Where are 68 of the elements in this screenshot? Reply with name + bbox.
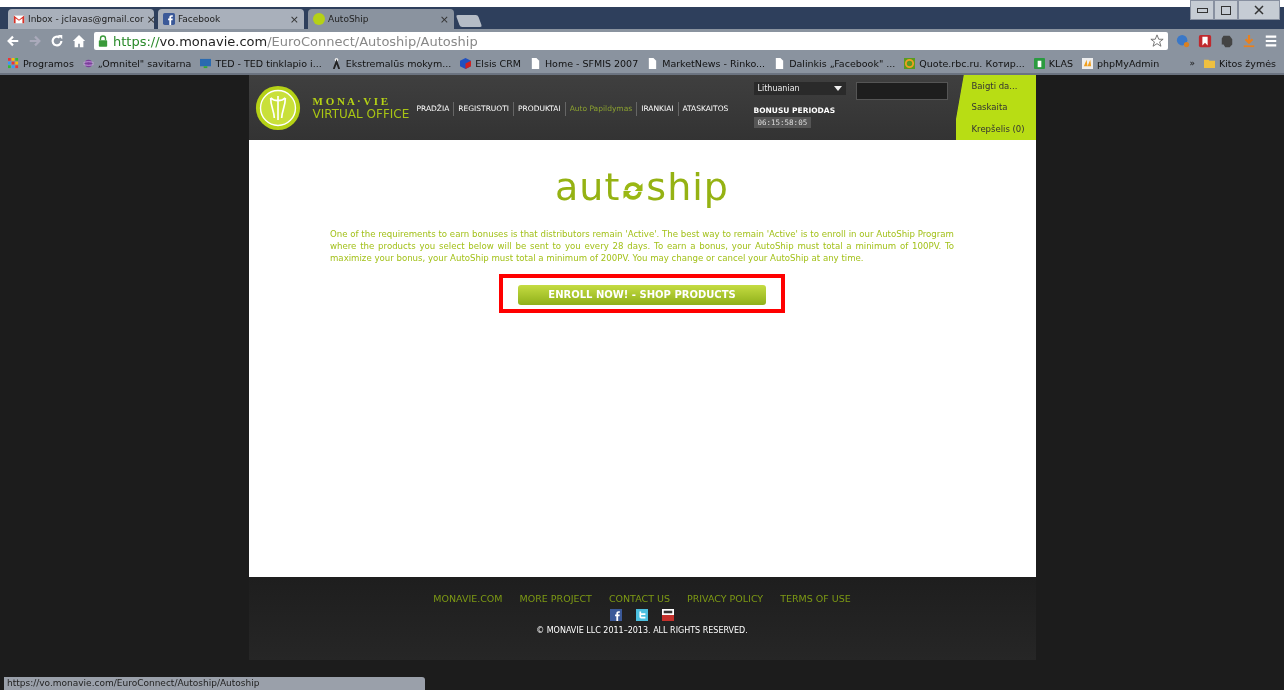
footer-link[interactable]: MORE PROJECT — [519, 593, 592, 604]
restore-icon[interactable] — [1214, 0, 1238, 20]
brand-name: M O N A · V I E — [312, 94, 390, 107]
tab-title: AutoShip — [328, 14, 370, 24]
lock-icon — [98, 35, 108, 47]
twitter-icon[interactable] — [636, 609, 648, 621]
search-field[interactable] — [855, 82, 948, 100]
document-icon — [1033, 57, 1045, 69]
video-icon[interactable] — [662, 609, 674, 621]
cube-icon — [460, 57, 472, 69]
circle-icon — [313, 13, 325, 25]
language-select[interactable]: Lithuanian — [753, 82, 846, 95]
logo-text: aut — [555, 168, 621, 206]
page-icon — [774, 57, 786, 69]
browser-tab[interactable]: Inbox - jclavas@gmail.cor × — [8, 9, 154, 29]
browser-tab[interactable]: Facebook × — [158, 9, 304, 29]
menu-icon[interactable] — [1264, 34, 1278, 48]
home-icon[interactable] — [72, 34, 86, 48]
footer-link[interactable]: PRIVACY POLICY — [686, 593, 764, 604]
close-icon[interactable]: × — [146, 12, 156, 26]
bookmark-icon[interactable] — [1198, 34, 1212, 48]
reload-icon[interactable] — [50, 34, 64, 48]
mail-icon — [13, 13, 25, 25]
bookmark-label: phpMyAdmin — [1097, 57, 1160, 69]
bookmark-item[interactable]: Elsis CRM — [460, 57, 521, 69]
url-text: https://vo.monavie.com/EuroConnect/Autoship/Autoship — [113, 33, 479, 49]
close-icon[interactable]: × — [289, 12, 299, 26]
minimize-icon[interactable] — [1190, 0, 1214, 20]
logo-icon — [254, 84, 301, 131]
star-icon[interactable] — [1150, 34, 1164, 48]
monitor-icon — [200, 57, 212, 69]
figure-icon — [330, 57, 342, 69]
bookmark-item[interactable]: phpMyAdmin — [1082, 57, 1160, 69]
planet-icon — [82, 57, 94, 69]
facebook-icon — [163, 13, 175, 25]
footer-link[interactable]: TERMS OF USE — [780, 593, 851, 604]
page-icon — [647, 57, 659, 69]
more-bookmarks[interactable]: » — [1189, 58, 1195, 68]
bookmark-label: Programos — [23, 57, 74, 69]
facebook-icon[interactable] — [610, 609, 622, 621]
folder-icon — [1203, 57, 1215, 69]
brand-subtitle: VIRTUAL OFFICE — [312, 106, 411, 121]
side-link[interactable]: Saskaita — [955, 102, 1036, 113]
footer-link[interactable]: MONAVIE.COM — [433, 593, 503, 604]
new-tab-button[interactable] — [455, 15, 483, 27]
status-bubble: https://vo.monavie.com/EuroConnect/Autoship/Autoship — [4, 677, 425, 690]
tab-title: Inbox - jclavas@gmail.cor — [28, 14, 144, 24]
page-icon — [529, 57, 541, 69]
bookmark-item[interactable]: Programos — [8, 57, 74, 69]
browser-tab[interactable]: AutoShip × — [308, 9, 454, 29]
bookmark-label: KLAS — [1048, 57, 1074, 69]
sail-icon — [1082, 57, 1094, 69]
folder-label: Kitos žymės — [1218, 57, 1276, 69]
bookmark-folder[interactable]: Kitos žymės — [1203, 57, 1276, 69]
intro-paragraph: One of the requirements to earn bonuses is that distributors remain 'Active'. The best way to remain 'Active' is to enroll in our AutoShip Program where the products you select below will be sent to you every 28 days. To earn a bonus, your AutoShip must total a minimum of 100PV. To maximize your bonus, your AutoShip must total a minimum of 200PV. You may change or cancel your AutoShip at any time. — [330, 228, 954, 264]
copyright-text: © MONAVIE LLC 2011–2013. ALL RIGHTS RESERVED. — [536, 626, 748, 635]
logo-text: ship — [646, 168, 729, 206]
bookmark-item[interactable]: KLAS — [1033, 57, 1074, 69]
footer-link[interactable]: CONTACT US — [608, 593, 670, 604]
chart-icon — [904, 57, 916, 69]
side-link[interactable]: Baigti da... — [955, 80, 1036, 91]
close-icon[interactable]: × — [439, 12, 449, 26]
grid-icon — [8, 57, 19, 69]
back-icon[interactable] — [6, 34, 20, 48]
address-bar[interactable]: https://vo.monavie.com/EuroConnect/Autoship/Autoship — [94, 32, 1168, 50]
tab-title: Facebook — [178, 14, 222, 24]
bookmark-label: Elsis CRM — [475, 57, 521, 69]
side-link[interactable]: Krepšelis (0) — [955, 124, 1036, 135]
